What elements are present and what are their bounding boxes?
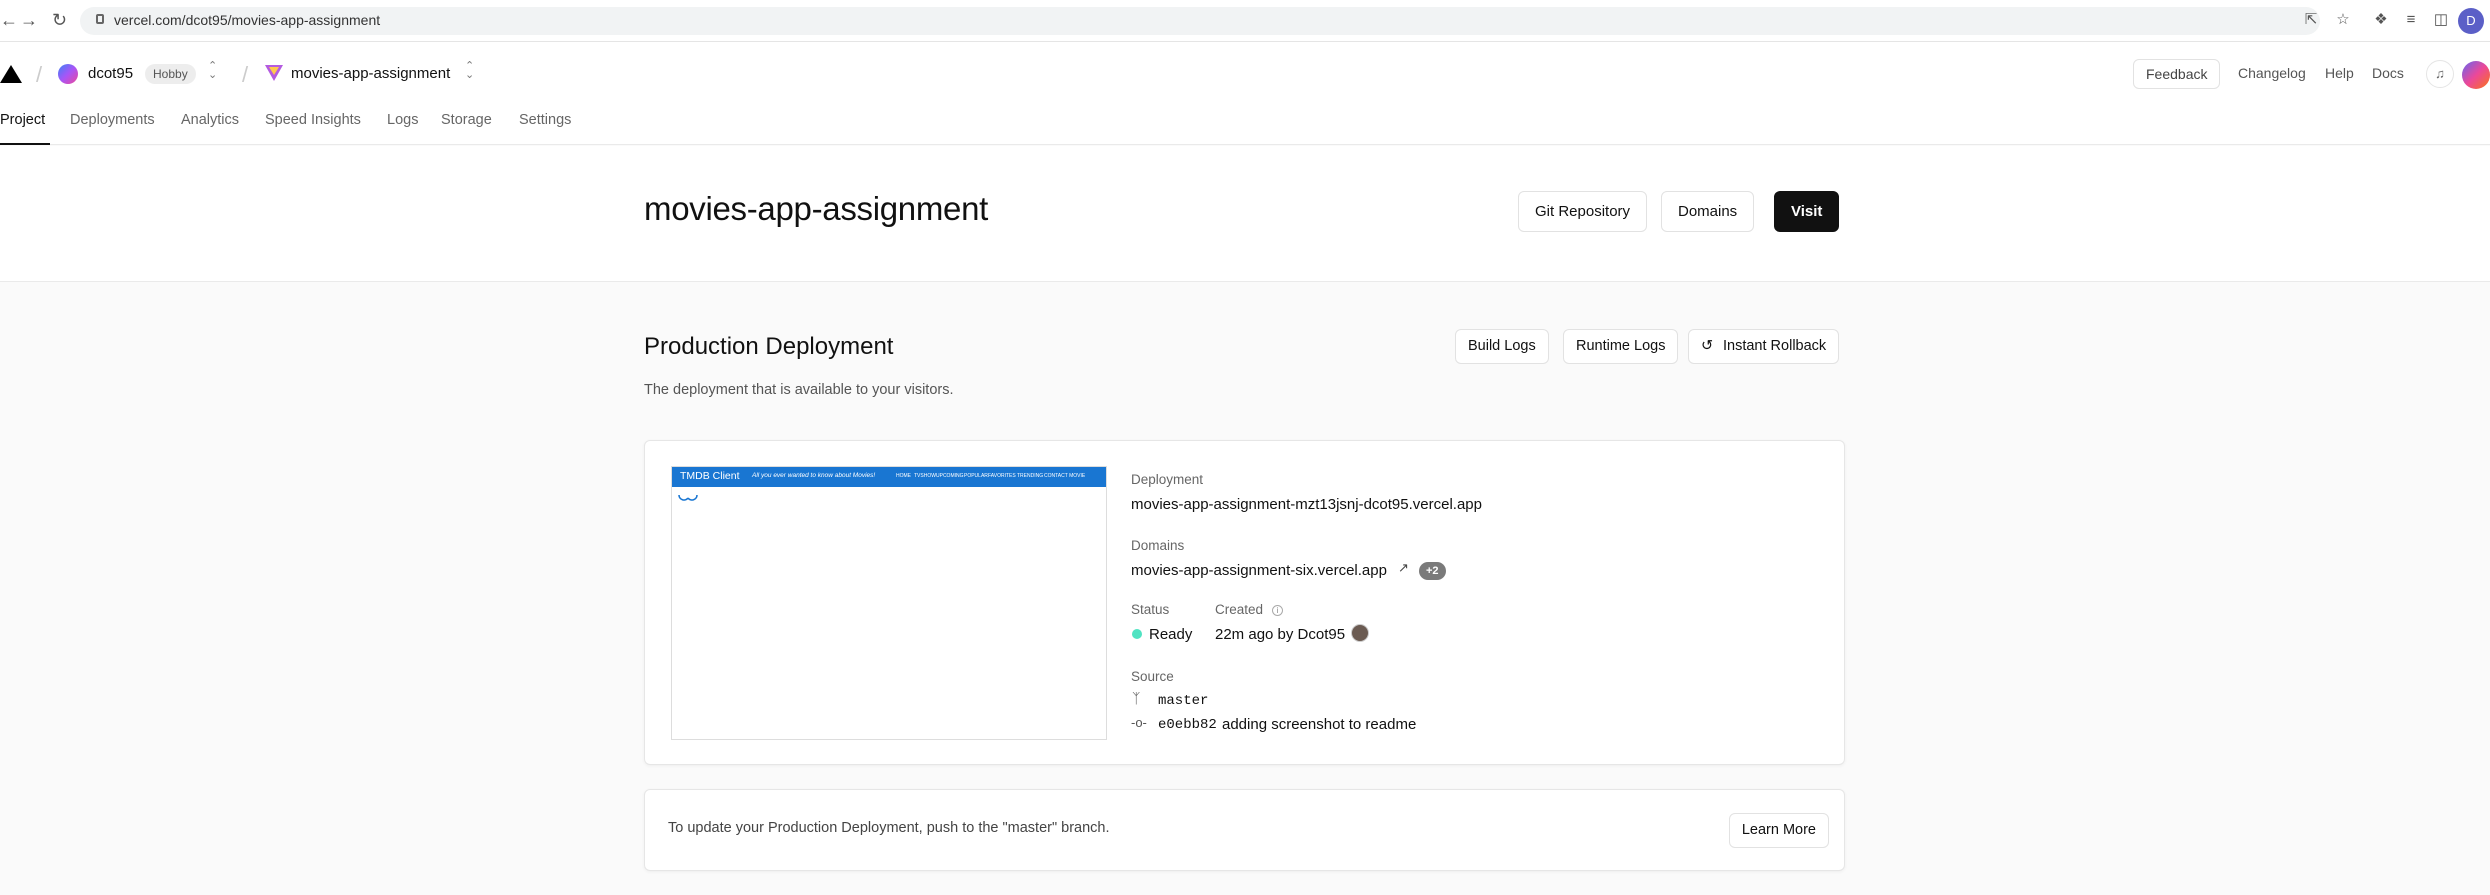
breadcrumb-separator: / <box>242 62 249 87</box>
preview-nav-item: CONTACT MOVIE <box>1044 473 1086 479</box>
share-icon[interactable]: ⇱ <box>2302 11 2320 29</box>
project-switcher-chevron-icon[interactable]: ⌃ ⌄ <box>465 61 474 81</box>
domains-button[interactable]: Domains <box>1661 191 1755 232</box>
instant-rollback-button[interactable]: ↺ Instant Rollback <box>1688 329 1840 364</box>
preview-nav-item: TRENDING <box>1017 473 1044 479</box>
deployment-preview[interactable]: TMDB Client All you ever wanted to know … <box>671 466 1107 740</box>
preview-nav-item: HOME <box>896 473 911 479</box>
changelog-link[interactable]: Changelog <box>2238 65 2306 81</box>
status-label: Status <box>1131 602 1170 617</box>
git-repository-button[interactable]: Git Repository <box>1518 191 1648 232</box>
vercel-logo-icon[interactable] <box>0 65 22 83</box>
preview-brand: TMDB Client <box>680 470 740 482</box>
browser-toolbar: ← → ↻ vercel.com/dcot95/movies-app-assig… <box>0 0 2490 42</box>
preview-tagline: All you ever wanted to know about Movies… <box>752 472 876 479</box>
section-title: Production Deployment <box>644 333 894 360</box>
page-title: movies-app-assignment <box>644 190 989 227</box>
reading-list-icon[interactable]: ≡ <box>2402 11 2420 29</box>
breadcrumb-separator: / <box>36 62 43 87</box>
domains-extra-badge[interactable]: +2 <box>1419 562 1446 580</box>
learn-more-button[interactable]: Learn More <box>1728 813 1829 848</box>
back-icon[interactable]: ← <box>0 10 18 31</box>
update-info-card: To update your Production Deployment, pu… <box>644 789 1845 871</box>
address-bar[interactable] <box>80 7 2320 35</box>
preview-nav-item: UPCOMING <box>936 473 964 479</box>
tab-settings[interactable]: Settings <box>519 112 571 128</box>
active-tab-indicator <box>0 143 50 145</box>
extensions-icon[interactable]: ❖ <box>2372 11 2390 29</box>
commit-hash[interactable]: e0ebb82 <box>1158 717 1217 733</box>
commit-message[interactable]: adding screenshot to readme <box>1222 716 1416 733</box>
tab-logs[interactable]: Logs <box>387 112 418 128</box>
domains-label: Domains <box>1131 538 1185 553</box>
visit-button[interactable]: Visit <box>1774 191 1840 232</box>
deployment-label: Deployment <box>1131 472 1204 487</box>
docs-link[interactable]: Docs <box>2372 65 2404 81</box>
reload-icon[interactable]: ↻ <box>52 10 67 31</box>
project-title-band: movies-app-assignment Git Repository Dom… <box>0 146 2490 282</box>
status-value: Ready <box>1149 626 1193 643</box>
lock-icon <box>96 14 104 24</box>
bookmark-star-icon[interactable]: ☆ <box>2334 11 2352 29</box>
info-icon[interactable]: i <box>1272 605 1283 616</box>
notifications-bell-icon[interactable]: ♫ <box>2426 60 2454 88</box>
preview-nav-item: TVSHOW <box>914 473 936 479</box>
created-value: 22m ago by Dcot95 <box>1215 626 1346 643</box>
created-label: Created <box>1215 602 1264 617</box>
instant-rollback-label: Instant Rollback <box>1723 338 1827 354</box>
tab-project[interactable]: Project <box>0 112 45 128</box>
source-label: Source <box>1131 669 1174 684</box>
section-description: The deployment that is available to your… <box>644 382 954 398</box>
author-avatar <box>1351 624 1369 642</box>
user-avatar[interactable] <box>2462 61 2490 89</box>
project-name[interactable]: movies-app-assignment <box>291 65 450 82</box>
tab-storage[interactable]: Storage <box>441 112 492 128</box>
loading-spinner-icon <box>678 494 698 501</box>
tab-deployments[interactable]: Deployments <box>70 112 155 128</box>
forward-icon[interactable]: → <box>20 10 38 31</box>
feedback-button[interactable]: Feedback <box>2133 59 2221 89</box>
domain-link[interactable]: movies-app-assignment-six.vercel.app <box>1131 562 1387 579</box>
team-switcher-chevron-icon[interactable]: ⌃ ⌄ <box>208 61 217 81</box>
project-icon-inner <box>269 67 279 75</box>
update-info-text: To update your Production Deployment, pu… <box>668 820 1110 836</box>
plan-badge: Hobby <box>145 64 196 84</box>
preview-nav-item: POPULAR <box>964 473 988 479</box>
external-link-icon[interactable]: ↗ <box>1398 560 1409 576</box>
build-logs-button[interactable]: Build Logs <box>1455 329 1549 364</box>
deployment-card: TMDB Client All you ever wanted to know … <box>644 440 1845 765</box>
status-dot-icon <box>1132 629 1142 639</box>
team-avatar[interactable] <box>58 64 78 84</box>
rollback-icon: ↺ <box>1701 338 1714 354</box>
branch-name[interactable]: master <box>1158 693 1208 709</box>
runtime-logs-button[interactable]: Runtime Logs <box>1563 329 1679 364</box>
tab-speed-insights[interactable]: Speed Insights <box>265 112 361 128</box>
app-header: / dcot95 Hobby ⌃ ⌄ / movies-app-assignmen… <box>0 42 2490 145</box>
help-link[interactable]: Help <box>2325 65 2354 81</box>
preview-app-bar: TMDB Client All you ever wanted to know … <box>672 467 1106 487</box>
preview-nav-item: FAVORITES <box>988 473 1016 479</box>
deployment-url[interactable]: movies-app-assignment-mzt13jsnj-dcot95.v… <box>1131 496 1482 513</box>
team-name[interactable]: dcot95 <box>88 65 133 82</box>
profile-avatar[interactable]: D <box>2458 8 2484 34</box>
side-panel-icon[interactable]: ◫ <box>2432 11 2450 29</box>
git-commit-icon: -o- <box>1131 715 1147 730</box>
url-text[interactable]: vercel.com/dcot95/movies-app-assignment <box>114 12 380 28</box>
git-branch-icon: ᛉ <box>1132 690 1141 706</box>
tab-analytics[interactable]: Analytics <box>181 112 239 128</box>
